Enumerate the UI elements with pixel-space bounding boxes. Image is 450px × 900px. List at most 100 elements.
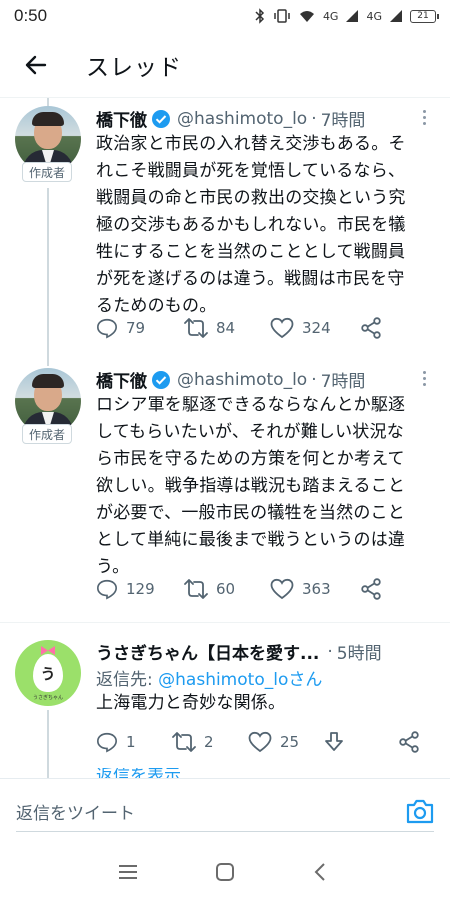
- back-button[interactable]: [16, 45, 56, 85]
- reply-handle-link[interactable]: @hashimoto_loさん: [158, 670, 322, 690]
- retweet-button[interactable]: 2: [172, 727, 214, 757]
- nav-back-icon: [314, 863, 325, 881]
- tweet-actions: 129 60 363: [96, 574, 396, 604]
- display-name[interactable]: 橋下徹: [96, 106, 147, 131]
- network-label-1: 4G: [322, 9, 339, 23]
- status-icons: 4G 4G 21: [255, 8, 439, 24]
- avatar-letter: う: [40, 664, 56, 683]
- top-bar: スレッド: [0, 32, 450, 98]
- avatar[interactable]: う うさぎちゃん: [15, 640, 81, 706]
- like-button[interactable]: 363: [270, 574, 331, 604]
- show-replies-link[interactable]: 返信を表示: [96, 768, 181, 778]
- retweet-count: 84: [216, 319, 236, 337]
- retweet-count: 60: [216, 580, 236, 598]
- like-count: 324: [302, 319, 331, 337]
- like-icon: [270, 578, 294, 600]
- reply-count: 129: [126, 580, 155, 598]
- reply-icon: [97, 732, 117, 753]
- back-arrow-icon: [25, 55, 47, 74]
- home-icon: [216, 863, 234, 881]
- like-button[interactable]: 25: [248, 727, 299, 757]
- text-line: 政治家と市民の入れ替え交渉もある。そ: [96, 134, 406, 154]
- divider: [0, 622, 450, 623]
- text-line: が必要で、一般市民の犠牲を当然のこと: [96, 503, 405, 523]
- like-count: 25: [280, 733, 300, 751]
- avatar-egg: う: [33, 654, 63, 692]
- share-button[interactable]: [360, 313, 382, 343]
- text-line: してもらいたいが、それが難しい状況な: [96, 422, 404, 442]
- verified-icon: [151, 109, 171, 129]
- user-handle[interactable]: @hashimoto_lo: [177, 370, 307, 390]
- separator-dot: ·: [311, 369, 317, 390]
- download-icon: [325, 732, 343, 751]
- avatar-caption: うさぎちゃん: [32, 695, 63, 701]
- text-line: 欲しい。戦争指導は戦況も踏まえること: [96, 476, 406, 496]
- reply-input[interactable]: 返信をツイート: [16, 799, 135, 824]
- reply-button[interactable]: 129: [96, 574, 155, 604]
- recents-icon: [119, 865, 137, 879]
- status-time: 0:50: [14, 6, 48, 25]
- tweet-time[interactable]: 7時間: [321, 367, 366, 392]
- download-button[interactable]: [324, 727, 344, 757]
- nav-back-button[interactable]: [305, 858, 335, 886]
- share-button[interactable]: [398, 727, 420, 757]
- tweet-time[interactable]: 5時間: [337, 639, 382, 664]
- user-handle[interactable]: @hashimoto_lo: [177, 109, 307, 129]
- tweet-time[interactable]: 7時間: [321, 106, 366, 131]
- display-name[interactable]: 橋下徹: [96, 367, 147, 392]
- replying-to: 返信先: @hashimoto_loさん: [96, 665, 322, 690]
- tweet-header: 橋下徹 @hashimoto_lo · 7時間: [96, 106, 430, 132]
- share-button[interactable]: [360, 574, 382, 604]
- status-bar: 0:50 4G 4G 21: [0, 0, 450, 32]
- text-line: ら市民を守るための方策を何とか考えて: [96, 449, 405, 469]
- camera-button[interactable]: [405, 797, 435, 825]
- recents-button[interactable]: [113, 858, 143, 886]
- like-count: 363: [302, 580, 331, 598]
- tweet-header: うさぎちゃん【日本を愛す... · 5時間: [96, 639, 430, 665]
- home-button[interactable]: [210, 858, 240, 886]
- reply-button[interactable]: 1: [96, 727, 136, 757]
- page-title: スレッド: [86, 54, 182, 81]
- like-icon: [248, 731, 272, 753]
- system-nav-bar: [0, 844, 450, 900]
- text-line: 極の交渉もあるかもしれない。市民を犠: [96, 215, 406, 235]
- tweet-text: 政治家と市民の入れ替え交渉もある。そ れこそ戦闘員が死を覚悟しているなら、 戦闘…: [96, 131, 434, 320]
- camera-icon: [406, 799, 434, 824]
- more-icon[interactable]: [416, 368, 432, 388]
- text-line: が死を遂げるのは違う。戦闘は市民を守: [96, 269, 405, 289]
- reply-icon: [97, 318, 117, 339]
- network-label-2: 4G: [366, 9, 382, 23]
- reply-prefix: 返信先:: [96, 670, 159, 690]
- verified-icon: [151, 370, 171, 390]
- text-line: ロシア軍を駆逐できるならなんとか駆逐: [96, 395, 406, 415]
- bluetooth-icon: [255, 8, 264, 24]
- thread-line: [47, 710, 49, 778]
- retweet-count: 2: [204, 733, 214, 751]
- reply-button[interactable]: 79: [96, 313, 145, 343]
- like-button[interactable]: 324: [270, 313, 331, 343]
- reply-count: 1: [126, 733, 136, 751]
- more-icon[interactable]: [416, 107, 432, 127]
- share-icon: [361, 317, 381, 339]
- retweet-icon: [184, 579, 208, 599]
- reply-icon: [97, 579, 117, 600]
- separator-dot: ·: [311, 108, 317, 129]
- tweet-text: ロシア軍を駆逐できるならなんとか駆逐 してもらいたいが、それが難しい状況な ら市…: [96, 392, 434, 581]
- separator-dot: ·: [327, 641, 333, 662]
- reply-count: 79: [126, 319, 146, 337]
- tweet-actions: 79 84 324: [96, 313, 396, 343]
- tweet-header: 橋下徹 @hashimoto_lo · 7時間: [96, 367, 430, 393]
- retweet-icon: [184, 318, 208, 338]
- display-name[interactable]: うさぎちゃん【日本を愛す...: [96, 639, 319, 664]
- thread-line: [47, 188, 49, 366]
- vibrate-icon: [274, 9, 290, 23]
- text-line: として単純に最後まで戦うというのは違: [96, 530, 406, 550]
- battery-icon: 21: [410, 9, 439, 23]
- share-icon: [361, 578, 381, 600]
- input-underline: [16, 831, 434, 832]
- retweet-button[interactable]: 84: [184, 313, 235, 343]
- retweet-button[interactable]: 60: [184, 574, 235, 604]
- text-line: れこそ戦闘員が死を覚悟しているなら、: [96, 161, 406, 181]
- text-line: 牲にすることを当然のこととして戦闘員: [96, 242, 406, 262]
- like-icon: [270, 317, 294, 339]
